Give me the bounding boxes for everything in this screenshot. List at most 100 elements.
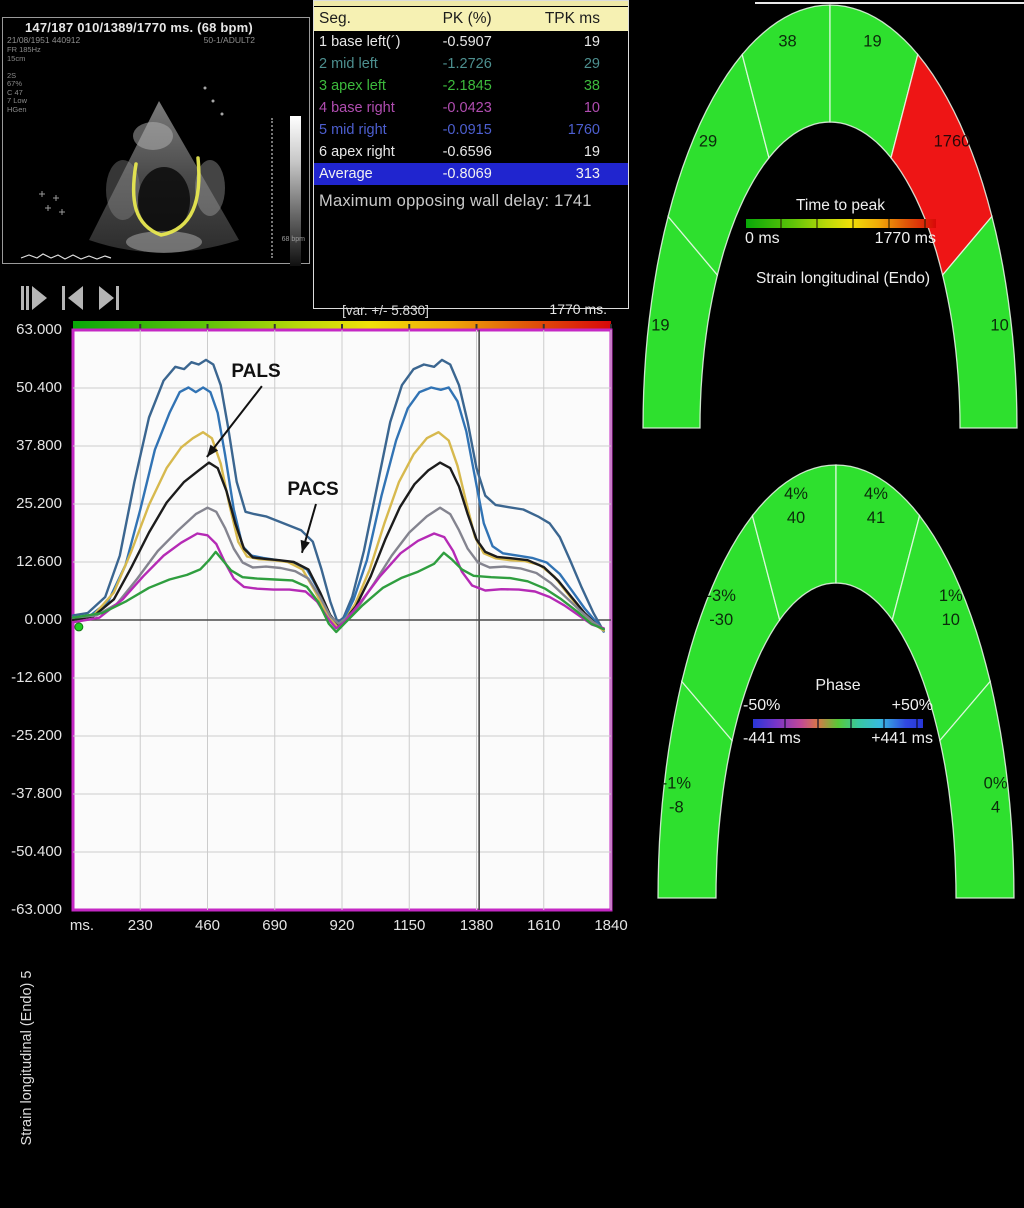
y-tick-label: 25.200 <box>0 495 62 512</box>
segment-tpk: 1760 <box>535 122 628 138</box>
x-tick-label: 1610 <box>516 917 572 934</box>
annotation-label: PALS <box>231 361 280 383</box>
y-tick-label: -50.400 <box>0 843 62 860</box>
segment-table-panel: Seg. PK (%) TPK ms 1 base left(´)-0.5907… <box>313 0 629 309</box>
segment-tpk: 19 <box>535 34 628 50</box>
segment-tpk: 10 <box>535 100 628 116</box>
phase-color-scale <box>753 719 923 728</box>
y-tick-label: 63.000 <box>0 321 62 338</box>
annotation-label: PACS <box>287 479 338 501</box>
cycle-start-marker <box>75 623 83 631</box>
x-tick-label: 920 <box>314 917 370 934</box>
y-axis-title: Strain longitudinal (Endo) 5 <box>19 908 35 1208</box>
segment-value: 1% <box>939 587 963 605</box>
segment-tpk: 38 <box>535 78 628 94</box>
segment-row[interactable]: 6 apex right-0.659619 <box>314 141 628 163</box>
segment-pk: -2.1845 <box>443 78 536 94</box>
segment-value: 41 <box>867 509 885 527</box>
y-tick-label: 12.600 <box>0 553 62 570</box>
ttp-scale-max: 1770 ms <box>875 230 936 248</box>
segment-tpk: 19 <box>535 144 628 160</box>
segment-value: -8 <box>669 799 684 817</box>
y-tick-label: -12.600 <box>0 669 62 686</box>
phase-scale-max: +50% <box>892 697 933 715</box>
x-tick-label: 460 <box>180 917 236 934</box>
phase-scale-min: -50% <box>743 697 780 715</box>
bullseye-maps: 19293819176010 -1%-8-3%-304%404%411%100%… <box>632 0 1024 951</box>
patient-id: 21/08/1951 440912 <box>7 35 80 45</box>
segment-name: 3 apex left <box>319 78 443 94</box>
y-tick-label: 50.400 <box>0 379 62 396</box>
echo-strain-workstation: { "us_panel": { "header": "147/187 010/1… <box>0 0 1024 951</box>
segment-pk: -0.5907 <box>443 34 536 50</box>
average-row: Average -0.8069 313 <box>314 163 628 185</box>
phase-legend-title: Phase <box>743 677 933 695</box>
segment-value: 4% <box>864 485 888 503</box>
probe-preset: 50-1/ADULT2 <box>204 35 255 45</box>
segment-pk: -0.0423 <box>443 100 536 116</box>
grayscale-bar <box>290 116 301 266</box>
segment-row[interactable]: 5 mid right-0.09151760 <box>314 119 628 141</box>
average-label: Average <box>319 166 443 182</box>
segment-value: 10 <box>942 611 960 629</box>
segment-value: 38 <box>778 32 796 50</box>
y-tick-label: -63.000 <box>0 901 62 918</box>
x-tick-label: 1840 <box>583 917 639 934</box>
segment-value: 19 <box>863 32 881 50</box>
segment-name: 2 mid left <box>319 56 443 72</box>
segment-row[interactable]: 3 apex left-2.184538 <box>314 75 628 97</box>
segment-value: 4 <box>991 799 1000 817</box>
segment-name: 4 base right <box>319 100 443 116</box>
x-tick-label: 1380 <box>449 917 505 934</box>
phase-scale-max-ms: +441 ms <box>871 730 933 748</box>
strain-chart-area: [var. +/- 5.830] 1770 ms. Strain longitu… <box>0 280 640 951</box>
segment-rows: 1 base left(´)-0.5907192 mid left-1.2726… <box>314 31 628 163</box>
heart-rate-label: 68 bpm <box>255 236 305 243</box>
phase-scale-min-ms: -441 ms <box>743 730 801 748</box>
segment-value: -30 <box>709 611 733 629</box>
segment-row[interactable]: 1 base left(´)-0.590719 <box>314 31 628 53</box>
segment-value: 40 <box>787 509 805 527</box>
strain-plot[interactable] <box>0 280 640 951</box>
segment-name: 1 base left(´) <box>319 34 443 50</box>
segment-value: 1760 <box>934 133 971 151</box>
y-tick-label: -37.800 <box>0 785 62 802</box>
frame-time-readout: 147/187 010/1389/1770 ms. (68 bpm) <box>25 20 309 35</box>
segment-pk: -1.2726 <box>443 56 536 72</box>
segment-value: 0% <box>984 775 1008 793</box>
wall-delay-note: Maximum opposing wall delay: 1741 <box>314 185 628 211</box>
y-tick-label: -25.200 <box>0 727 62 744</box>
segment-value: 19 <box>651 317 669 335</box>
segment-row[interactable]: 4 base right-0.042310 <box>314 97 628 119</box>
ecg-trace <box>21 254 111 259</box>
y-tick-label: 0.000 <box>0 611 62 628</box>
x-tick-label: 1150 <box>381 917 437 934</box>
segment-value: 10 <box>990 317 1008 335</box>
caliper-marks <box>39 191 65 215</box>
segment-value: 29 <box>699 133 717 151</box>
table-header-row: Seg. PK (%) TPK ms <box>314 7 628 31</box>
time-to-peak-legend: Time to peak 0 ms 1770 ms <box>733 197 948 248</box>
ttp-legend-title: Time to peak <box>733 197 948 215</box>
ttp-color-scale <box>746 219 936 228</box>
ultrasound-panel: 147/187 010/1389/1770 ms. (68 bpm) 21/08… <box>2 17 310 264</box>
segment-value: 4% <box>784 485 808 503</box>
segment-value: -1% <box>662 775 692 793</box>
col-tpk: TPK ms <box>535 10 628 28</box>
segment-row[interactable]: 2 mid left-1.272629 <box>314 53 628 75</box>
segment-pk: -0.0915 <box>443 122 536 138</box>
col-pk: PK (%) <box>443 10 536 28</box>
average-tpk: 313 <box>535 166 628 182</box>
col-seg: Seg. <box>319 10 443 28</box>
segment-name: 5 mid right <box>319 122 443 138</box>
sector-image <box>21 87 239 260</box>
patient-info-row: 21/08/1951 440912 50-1/ADULT2 <box>7 35 255 45</box>
x-tick-label: 230 <box>112 917 168 934</box>
ultrasound-image <box>3 46 309 263</box>
segment-pk: -0.6596 <box>443 144 536 160</box>
segment-tpk: 29 <box>535 56 628 72</box>
average-pk: -0.8069 <box>443 166 536 182</box>
ttp-map-subtitle: Strain longitudinal (Endo) <box>698 270 988 288</box>
y-tick-label: 37.800 <box>0 437 62 454</box>
phase-legend: Phase -50% +50% -441 ms +441 ms <box>743 677 933 748</box>
